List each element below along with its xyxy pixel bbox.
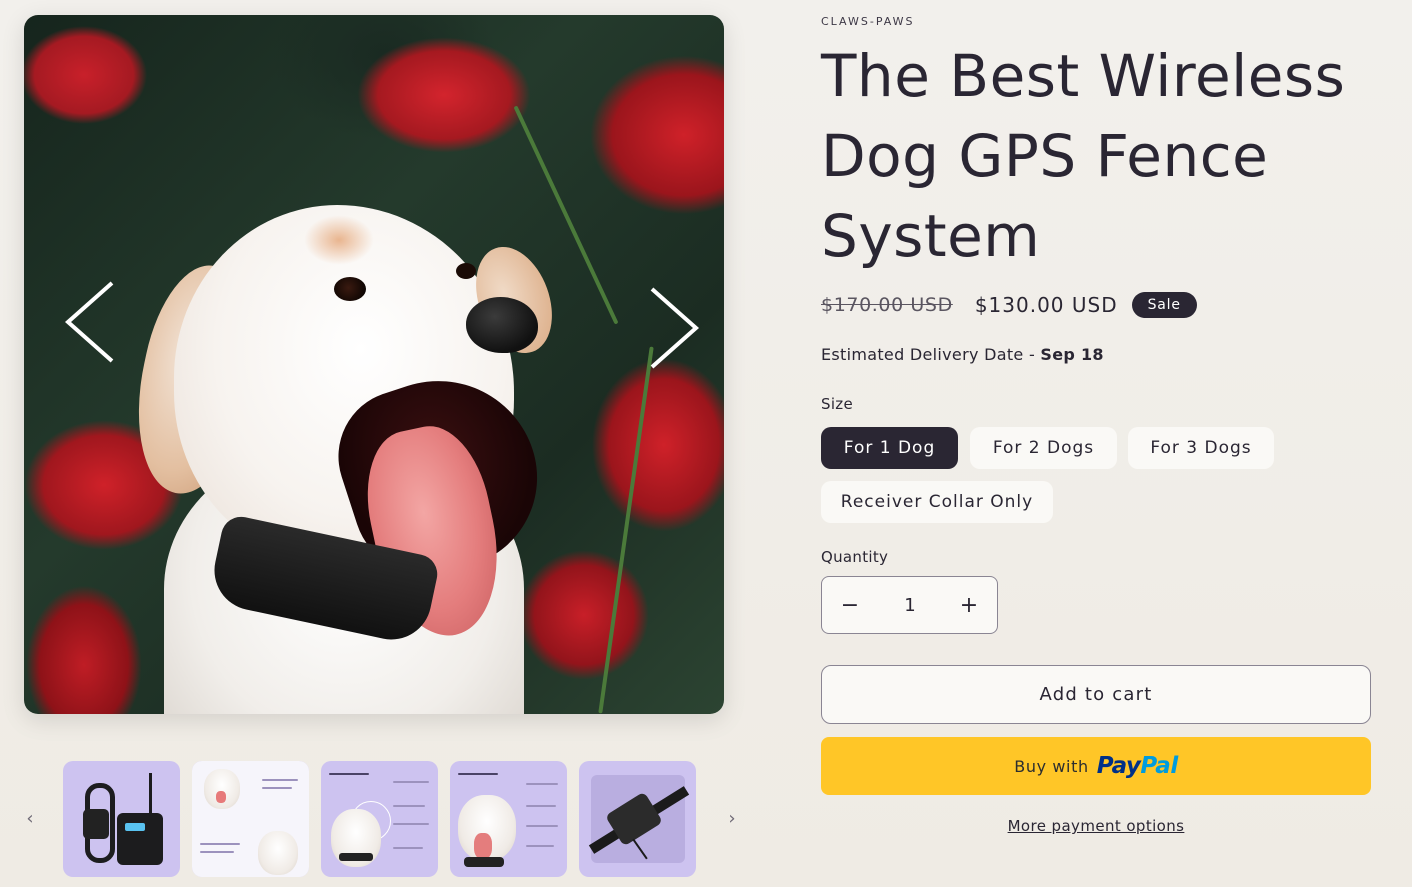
flower-stem xyxy=(598,346,654,714)
size-option-1-dog[interactable]: For 1 Dog xyxy=(821,427,958,469)
quantity-input[interactable] xyxy=(878,591,942,619)
product-vendor: CLAWS-PAWS xyxy=(821,15,915,28)
paypal-prefix: Buy with xyxy=(1014,756,1089,776)
chevron-left-icon xyxy=(64,281,114,363)
thumb-collar-remote[interactable] xyxy=(63,761,180,877)
quantity-decrease-button[interactable]: − xyxy=(822,577,878,633)
paypal-logo: PayPal xyxy=(1096,753,1179,779)
price-row: $170.00 USD $130.00 USD Sale xyxy=(821,288,1197,322)
sale-price: $130.00 USD xyxy=(974,293,1118,317)
regular-price: $170.00 USD xyxy=(821,294,953,316)
main-product-image[interactable] xyxy=(24,15,724,714)
more-payment-options-link[interactable]: More payment options xyxy=(821,817,1371,835)
thumb-collar-closeup[interactable] xyxy=(579,761,696,877)
gallery-prev-button[interactable] xyxy=(60,277,120,367)
thumbnail-prev-button[interactable]: ‹ xyxy=(18,800,42,836)
size-option-3-dogs[interactable]: For 3 Dogs xyxy=(1128,427,1274,469)
product-title: The Best Wireless Dog GPS Fence System xyxy=(821,42,1346,270)
dog-eye xyxy=(456,263,476,279)
minus-icon: − xyxy=(840,592,860,618)
sale-badge: Sale xyxy=(1131,292,1197,318)
dog-nose xyxy=(466,297,538,353)
mini-dog xyxy=(204,769,240,809)
quantity-stepper: − + xyxy=(821,576,998,634)
remote-device xyxy=(117,813,163,865)
plus-icon: + xyxy=(959,592,979,618)
remote-screen xyxy=(125,823,145,831)
remote-antenna xyxy=(149,773,152,815)
thumb-wireless-fence-mode-2[interactable] xyxy=(321,761,438,877)
estimated-delivery: Estimated Delivery Date - Sep 18 xyxy=(821,345,1104,364)
size-option-receiver-collar[interactable]: Receiver Collar Only xyxy=(821,481,1053,523)
gallery-next-button[interactable] xyxy=(644,283,704,373)
delivery-label: Estimated Delivery Date - xyxy=(821,345,1041,364)
paypal-button[interactable]: Buy with PayPal xyxy=(821,737,1371,795)
collar-receiver xyxy=(83,809,109,839)
thumb-wireless-fence-mode[interactable] xyxy=(192,761,309,877)
thumbnail-next-button[interactable]: › xyxy=(720,800,744,836)
thumbnail-strip: ‹ › xyxy=(0,760,760,878)
size-label: Size xyxy=(821,395,853,413)
add-to-cart-button[interactable]: Add to cart xyxy=(821,665,1371,724)
mini-dog xyxy=(258,831,298,875)
dog-patch xyxy=(304,215,374,265)
size-option-2-dogs[interactable]: For 2 Dogs xyxy=(970,427,1117,469)
thumb-training-collar-mode[interactable] xyxy=(450,761,567,877)
chevron-right-icon: › xyxy=(728,807,736,829)
quantity-label: Quantity xyxy=(821,548,889,566)
chevron-left-icon: ‹ xyxy=(26,807,34,829)
dog-eye xyxy=(334,277,366,301)
delivery-date: Sep 18 xyxy=(1040,345,1104,364)
chevron-right-icon xyxy=(650,287,700,369)
quantity-increase-button[interactable]: + xyxy=(941,577,997,633)
